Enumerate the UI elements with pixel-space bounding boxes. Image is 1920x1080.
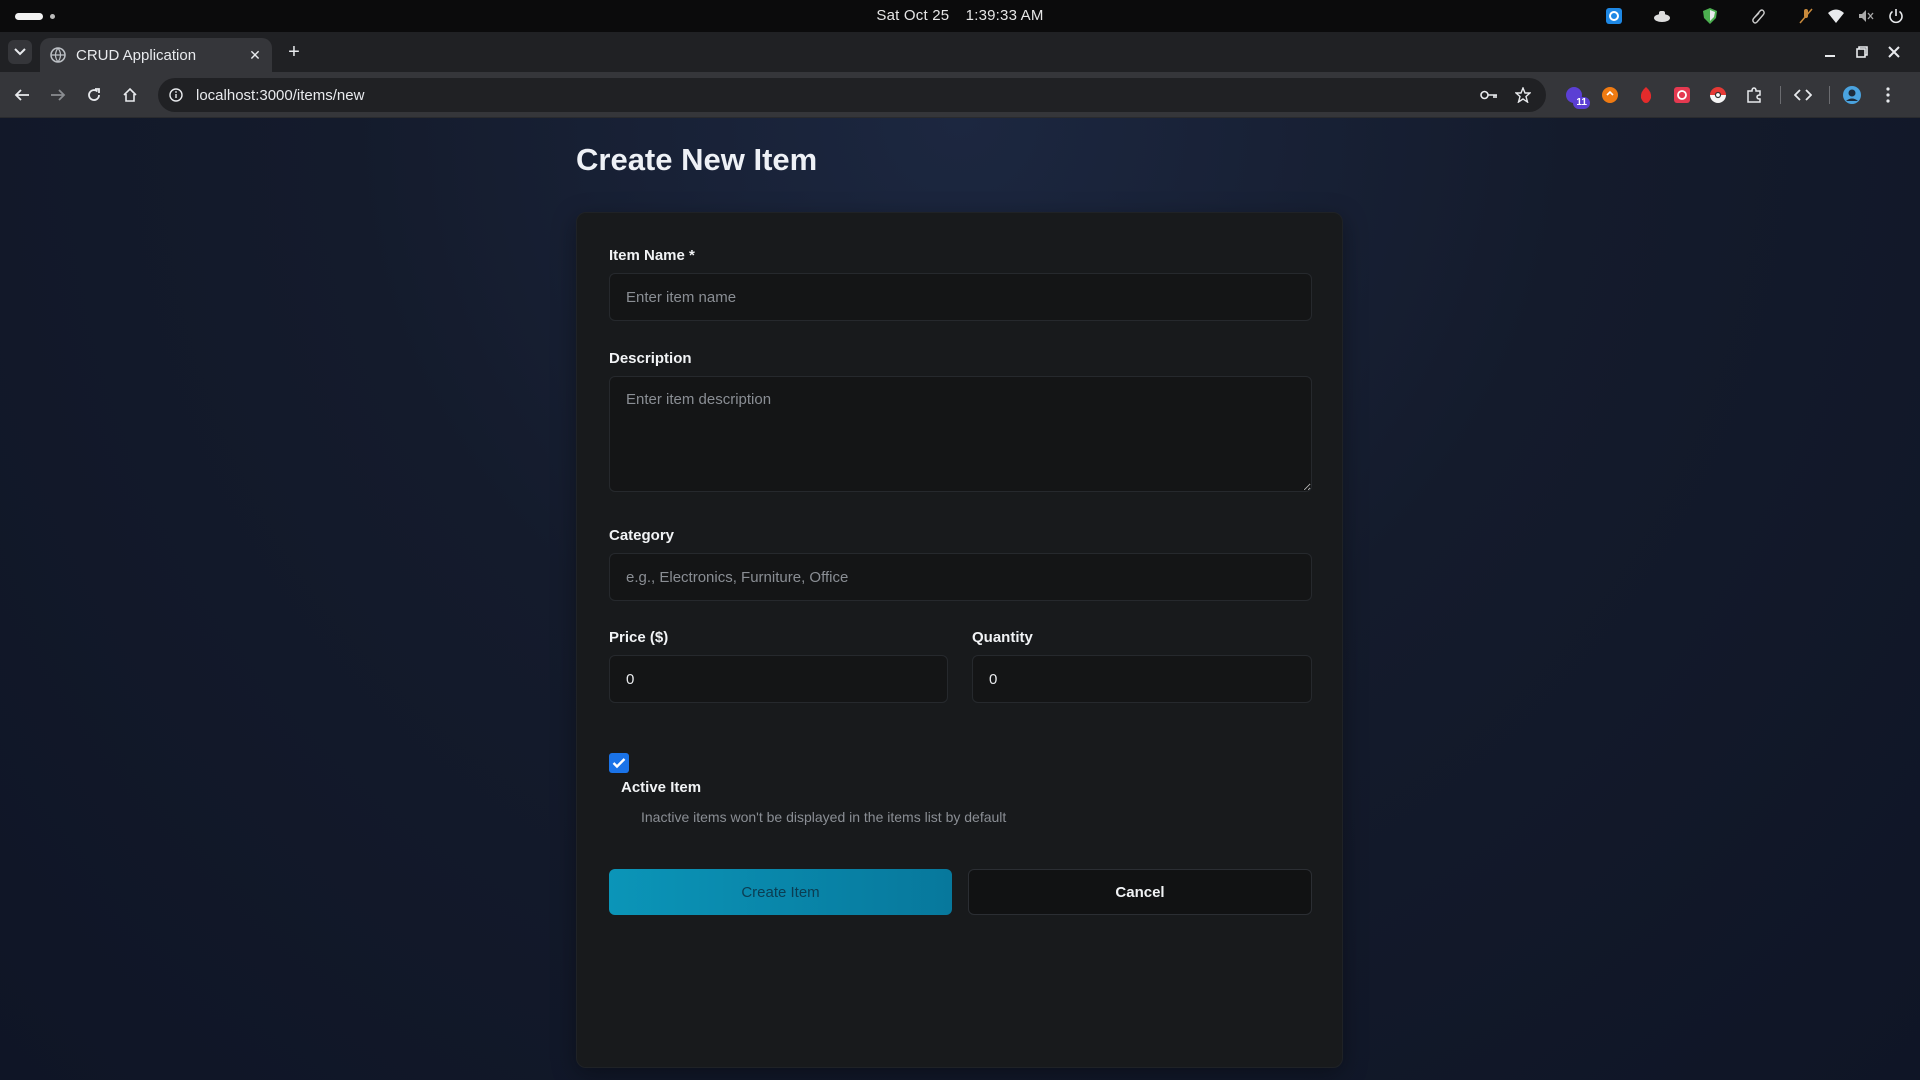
active-item-hint: Inactive items won't be displayed in the… [641, 809, 1007, 825]
description-textarea[interactable] [609, 376, 1312, 492]
description-label: Description [609, 350, 692, 367]
tab-search-button[interactable] [8, 40, 32, 64]
checkmark-icon [612, 758, 626, 769]
toolbar-separator [1780, 86, 1781, 104]
activities-indicator[interactable] [15, 13, 43, 20]
screen-recorder-icon[interactable] [1668, 81, 1696, 109]
active-item-label: Active Item [621, 779, 702, 796]
shield-icon[interactable] [1700, 6, 1720, 26]
extensions-puzzle-icon[interactable] [1740, 81, 1768, 109]
workspace-dot [50, 14, 55, 19]
item-name-label: Item Name * [609, 247, 695, 264]
create-item-form: Item Name * Description Category Price (… [576, 212, 1343, 1068]
back-icon[interactable] [8, 81, 36, 109]
quantity-label: Quantity [972, 629, 1033, 646]
category-label: Category [609, 527, 675, 544]
create-item-button[interactable]: Create Item [609, 869, 952, 915]
power-icon[interactable] [1886, 6, 1906, 26]
profile-avatar-icon[interactable] [1838, 81, 1866, 109]
address-bar[interactable]: localhost:3000/items/new [158, 78, 1546, 112]
os-date: Sat Oct 25 [876, 7, 950, 24]
cancel-button[interactable]: Cancel [968, 869, 1312, 915]
globe-icon [50, 47, 66, 63]
system-tray [1576, 6, 1906, 26]
active-item-checkbox[interactable] [609, 753, 629, 773]
mic-muted-icon[interactable] [1796, 6, 1816, 26]
key-icon[interactable] [1476, 82, 1502, 108]
steam-icon[interactable] [1652, 6, 1672, 26]
restore-icon[interactable] [1846, 40, 1878, 64]
paperclip-icon[interactable] [1748, 6, 1768, 26]
browser-menu-icon[interactable] [1874, 81, 1902, 109]
url-text[interactable]: localhost:3000/items/new [196, 87, 1468, 104]
extension-badge-count: 11 [1573, 97, 1590, 109]
category-input[interactable] [609, 553, 1312, 601]
bookmark-star-icon[interactable] [1510, 82, 1536, 108]
orange-extension-icon[interactable] [1596, 81, 1624, 109]
quantity-input[interactable] [972, 655, 1312, 703]
home-icon[interactable] [116, 81, 144, 109]
minimize-icon[interactable] [1814, 40, 1846, 64]
site-info-icon[interactable] [166, 85, 186, 105]
extensions-area: 11 [1560, 81, 1910, 109]
devtools-code-icon[interactable] [1789, 81, 1817, 109]
forward-icon[interactable] [44, 81, 72, 109]
new-tab-button[interactable]: + [282, 40, 306, 64]
app-icon[interactable] [1604, 6, 1624, 26]
close-window-icon[interactable] [1878, 40, 1910, 64]
page-content: Create New Item Item Name * Description … [0, 118, 1920, 1080]
tab-strip: CRUD Application ✕ + [0, 32, 1920, 72]
red-extension-icon[interactable] [1632, 81, 1660, 109]
item-name-input[interactable] [609, 273, 1312, 321]
wifi-icon[interactable] [1826, 6, 1846, 26]
price-label: Price ($) [609, 629, 669, 646]
chevron-down-icon [14, 48, 26, 56]
volume-muted-icon[interactable] [1856, 6, 1876, 26]
close-tab-icon[interactable]: ✕ [244, 44, 266, 66]
page-title: Create New Item [576, 142, 818, 177]
window-controls [1814, 40, 1910, 64]
reload-icon[interactable] [80, 81, 108, 109]
os-time: 1:39:33 AM [965, 7, 1044, 24]
os-top-bar: Sat Oct 25 1:39:33 AM [0, 0, 1920, 32]
price-input[interactable] [609, 655, 948, 703]
extension-badge-icon[interactable]: 11 [1560, 81, 1590, 109]
tab-crud-application[interactable]: CRUD Application ✕ [40, 38, 272, 72]
browser-toolbar: localhost:3000/items/new 11 [0, 72, 1920, 118]
toolbar-separator-2 [1829, 86, 1830, 104]
pokeball-icon[interactable] [1704, 81, 1732, 109]
tab-title: CRUD Application [76, 46, 197, 64]
